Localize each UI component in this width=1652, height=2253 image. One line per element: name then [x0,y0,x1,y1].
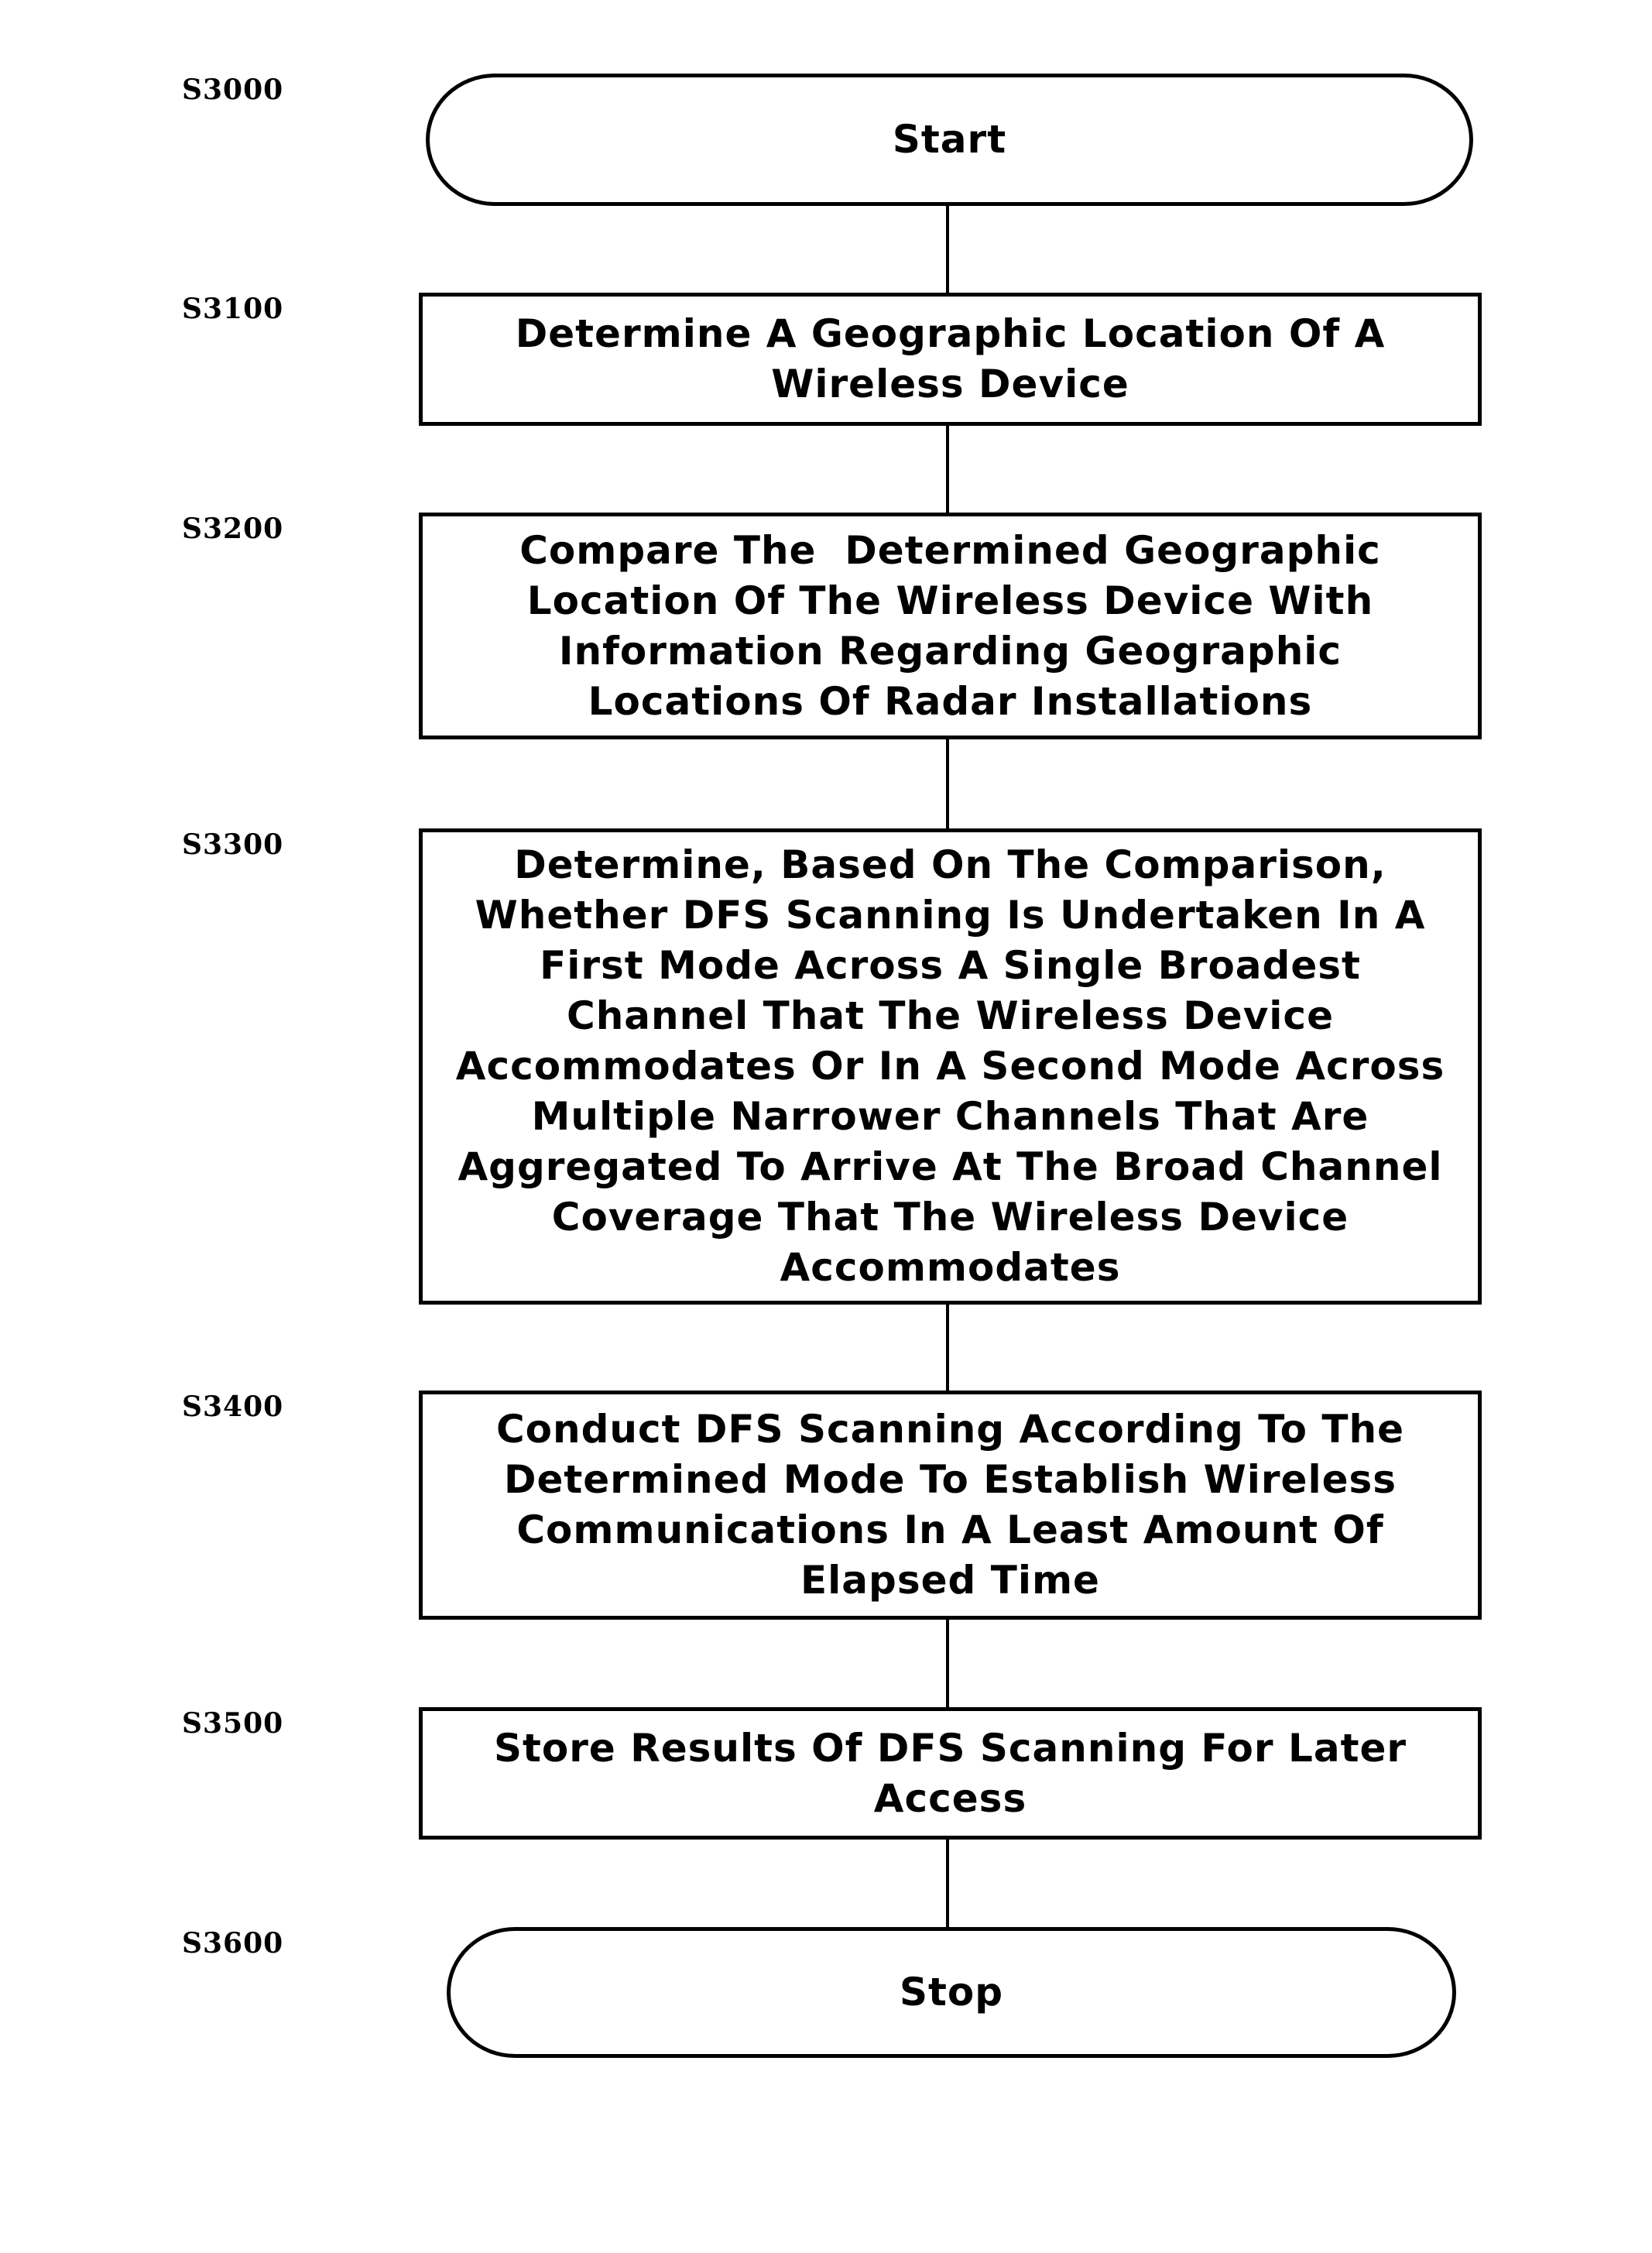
connector-s3300-s3400 [946,1305,949,1391]
connector-s3500-s3600 [946,1840,949,1927]
step-label-s3200: S3200 [182,513,284,545]
step-label-s3600: S3600 [182,1927,284,1960]
stop-text: Stop [899,1970,1004,2015]
process-box-s3300: Determine, Based On The Comparison, Whet… [419,828,1482,1305]
process-box-s3400: Conduct DFS Scanning According To The De… [419,1391,1482,1620]
stop-terminal: Stop [447,1927,1456,2058]
step-label-s3000: S3000 [182,74,284,106]
start-terminal: Start [426,74,1473,206]
process-text-s3200: Compare The Determined Geographic Locati… [519,527,1381,724]
connector-s3000-s3100 [946,206,949,293]
connector-s3200-s3300 [946,739,949,828]
connector-s3100-s3200 [946,426,949,513]
start-text: Start [892,117,1007,162]
process-box-s3100: Determine A Geographic Location Of A Wir… [419,293,1482,426]
process-text-s3400: Conduct DFS Scanning According To The De… [495,1407,1405,1603]
process-text-s3500: Store Results Of DFS Scanning For Later … [493,1725,1407,1821]
process-box-s3200: Compare The Determined Geographic Locati… [419,513,1482,739]
process-text-s3100: Determine A Geographic Location Of A Wir… [515,311,1386,406]
step-label-s3300: S3300 [182,828,284,861]
step-label-s3500: S3500 [182,1707,284,1740]
process-box-s3500: Store Results Of DFS Scanning For Later … [419,1707,1482,1840]
step-label-s3100: S3100 [182,293,284,325]
connector-s3400-s3500 [946,1620,949,1707]
process-text-s3300: Determine, Based On The Comparison, Whet… [455,842,1445,1290]
step-label-s3400: S3400 [182,1391,284,1423]
